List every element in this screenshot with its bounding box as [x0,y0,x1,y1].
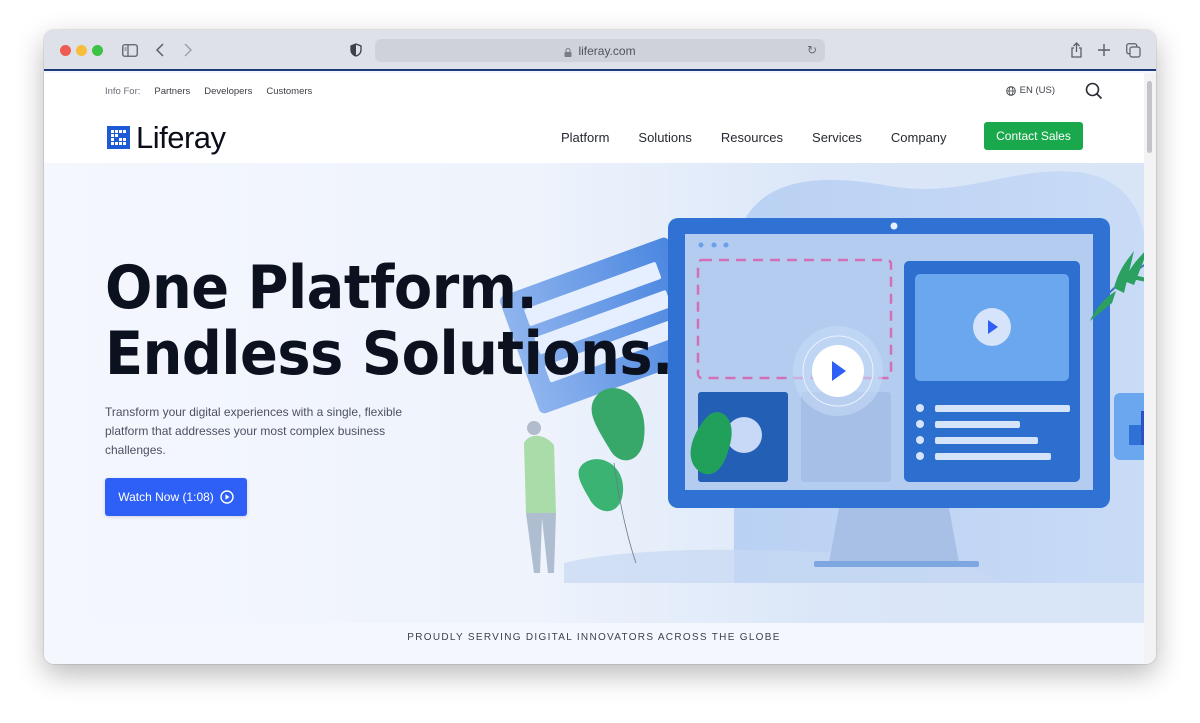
share-icon[interactable] [1068,38,1084,62]
logo-text: Liferay [136,120,226,155]
sidebar-icon[interactable] [121,38,139,62]
nav-platform[interactable]: Platform [561,130,609,145]
address-bar[interactable]: liferay.com ↻ [375,39,825,62]
info-link-customers[interactable]: Customers [266,86,312,97]
hero-title-line-2: Endless Solutions. [105,319,673,389]
chart-tablet-illustration [1114,393,1144,460]
info-link-developers[interactable]: Developers [204,86,252,97]
minimize-window-button[interactable] [76,45,87,56]
page-scrollbar[interactable] [1144,73,1156,664]
new-tab-icon[interactable] [1096,38,1112,62]
video-play-button-illustration [793,326,883,416]
hero-subtitle: Transform your digital experiences with … [105,405,403,457]
nav-solutions[interactable]: Solutions [638,130,691,145]
url-text: liferay.com [578,43,636,58]
close-window-button[interactable] [60,45,71,56]
back-icon[interactable] [152,38,168,62]
contact-sales-button[interactable]: Contact Sales [984,122,1083,150]
language-label: EN (US) [1019,85,1055,96]
site-header: Info For: Partners Developers Customers … [44,73,1144,163]
page-viewport: Info For: Partners Developers Customers … [44,73,1144,664]
hero-illustration [499,171,1144,583]
reload-icon[interactable]: ↻ [807,43,817,57]
nav-company[interactable]: Company [891,130,947,145]
hero-title: One Platform. Endless Solutions. [105,255,673,387]
search-icon[interactable] [1085,82,1103,100]
watch-now-label: Watch Now (1:08) [118,490,214,504]
info-for-bar: Info For: Partners Developers Customers [105,86,312,97]
info-for-label: Info For: [105,86,141,97]
info-link-partners[interactable]: Partners [154,86,190,97]
forward-icon[interactable] [180,38,196,62]
person-left-illustration [524,421,556,573]
zoom-window-button[interactable] [92,45,103,56]
tabs-overview-icon[interactable] [1124,38,1142,62]
plant-left-illustration [578,388,645,564]
privacy-shield-icon[interactable] [348,38,364,62]
nav-resources[interactable]: Resources [721,130,783,145]
strap-text: PROUDLY SERVING DIGITAL INNOVATORS ACROS… [407,632,781,643]
language-selector[interactable]: EN (US) [1005,85,1055,96]
browser-window: liferay.com ↻ Info For: Partners Develop… [44,30,1156,664]
watch-now-button[interactable]: Watch Now (1:08) [105,478,247,516]
liferay-logo-icon [107,126,130,149]
main-nav: Platform Solutions Resources Services Co… [561,130,947,145]
hero-title-line-1: One Platform. [105,253,538,323]
browser-toolbar: liferay.com ↻ [44,30,1156,71]
nav-services[interactable]: Services [812,130,862,145]
hero-section: One Platform. Endless Solutions. Transfo… [44,163,1144,623]
liferay-logo[interactable]: Liferay [107,122,226,153]
globe-icon [1005,85,1016,96]
play-circle-icon [220,490,234,504]
scrollbar-thumb[interactable] [1147,81,1152,153]
lock-icon [564,46,572,57]
strap-section [44,623,1144,664]
